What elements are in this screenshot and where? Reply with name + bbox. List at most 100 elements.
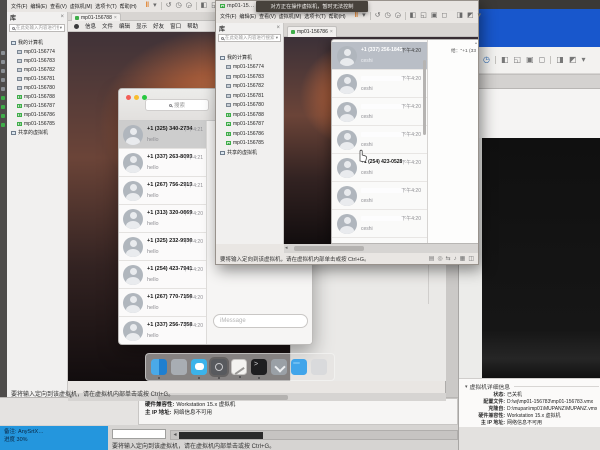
system-preferences-dock-icon[interactable] bbox=[211, 359, 227, 375]
chevron-down-icon[interactable]: ▾ bbox=[276, 35, 278, 41]
macos-menu-item[interactable]: 信息 bbox=[85, 22, 96, 30]
tree-item-vm[interactable]: mp01-156788 bbox=[216, 110, 283, 120]
revert-snapshot-icon[interactable]: ↺ bbox=[166, 2, 172, 10]
launchpad-dock-icon[interactable] bbox=[171, 359, 187, 375]
close-icon[interactable]: × bbox=[60, 14, 64, 20]
fullscreen-icon[interactable]: ◻ bbox=[442, 12, 448, 20]
minimize-icon[interactable] bbox=[134, 95, 139, 100]
menu-item[interactable]: 选项卡(T) bbox=[304, 13, 325, 20]
tree-item-vm[interactable]: mp01-156786 bbox=[216, 129, 283, 139]
sound-icon[interactable]: ♪ bbox=[454, 255, 457, 263]
pause-icon[interactable]: ‖ bbox=[355, 12, 358, 20]
tree-item-shared-vms[interactable]: 共享的虚拟机 bbox=[216, 148, 283, 158]
hard-disk-icon[interactable]: ▤ bbox=[429, 255, 435, 263]
separator-icon[interactable] bbox=[161, 2, 162, 10]
conversation-row[interactable]: +1 (325) 340-2734 下午4:21 hello bbox=[119, 121, 206, 149]
tree-item-vm[interactable]: mp01-156787 bbox=[7, 101, 67, 110]
snapshot-manager-icon[interactable]: ◶ bbox=[395, 12, 401, 20]
menu-item[interactable]: 虚拟机(M) bbox=[279, 13, 302, 20]
printer-icon[interactable]: ▦ bbox=[460, 255, 466, 263]
show-message-log-icon[interactable]: ◫ bbox=[468, 255, 474, 263]
snapshot-icon[interactable]: ◷ bbox=[483, 56, 490, 64]
tree-item-vm[interactable]: mp01-156786 bbox=[7, 110, 67, 119]
show-library-icon[interactable]: ◧ bbox=[410, 12, 417, 20]
downloads-dock-icon[interactable] bbox=[271, 359, 287, 375]
macos-menu-item[interactable]: 文件 bbox=[102, 22, 113, 30]
menu-item[interactable]: 帮助(H) bbox=[120, 3, 137, 10]
tree-item-vm[interactable]: mp01-156774 bbox=[7, 47, 67, 56]
vm-tab[interactable]: mp01-156786 × bbox=[287, 26, 337, 37]
to-field[interactable]: 给："+1 (33 bbox=[451, 47, 476, 54]
scrollbar-thumb[interactable] bbox=[294, 246, 364, 251]
conversation-row[interactable]: 下午4:20 ceshi bbox=[332, 98, 427, 126]
tree-item-vm[interactable]: mp01-156780 bbox=[7, 83, 67, 92]
separator-icon[interactable] bbox=[405, 12, 406, 20]
tree-item-vm[interactable]: mp01-156782 bbox=[216, 82, 283, 92]
fullscreen-icon[interactable]: ◻ bbox=[539, 56, 546, 64]
revert-snapshot-icon[interactable]: ↺ bbox=[375, 12, 381, 20]
macos-menu-item[interactable]: 好友 bbox=[153, 22, 164, 30]
tree-item-vm[interactable]: mp01-156787 bbox=[216, 120, 283, 130]
scroll-left-icon[interactable]: ◂ bbox=[285, 244, 288, 252]
vm-screen-powered-off[interactable] bbox=[482, 138, 600, 378]
search-input[interactable]: 搜索 bbox=[145, 99, 209, 111]
tree-item-my-computer[interactable]: 我的计算机 bbox=[7, 38, 67, 47]
library-search-input[interactable]: 在此处输入内容进行搜索 ▾ bbox=[218, 34, 281, 42]
take-snapshot-icon[interactable]: ◷ bbox=[384, 12, 390, 20]
conversation-row[interactable]: +1 (313) 320-0669 下午4:20 hello bbox=[119, 205, 206, 233]
conversation-row[interactable]: +1 (254) 423-0528 下午4:20 ceshi bbox=[332, 154, 427, 182]
conversation-row[interactable]: 下午4:20 ceshi bbox=[332, 210, 427, 238]
scroll-up-icon[interactable]: ▴ bbox=[475, 40, 477, 45]
pause-dropdown-icon[interactable]: ▾ bbox=[362, 12, 366, 20]
menu-item[interactable]: 查看(V) bbox=[50, 3, 67, 10]
finder-dock-icon[interactable] bbox=[151, 359, 167, 375]
conversation-row[interactable]: +1 (267) 756-2913 下午4:21 hello bbox=[119, 177, 206, 205]
tree-item-vm[interactable]: mp01-156783 bbox=[7, 56, 67, 65]
network-adapter-icon[interactable]: ⇆ bbox=[446, 255, 451, 263]
traffic-lights[interactable] bbox=[126, 95, 147, 100]
bottom-input-box[interactable] bbox=[112, 429, 166, 439]
scrollbar-thumb[interactable] bbox=[423, 60, 426, 135]
separator-icon[interactable] bbox=[495, 56, 496, 64]
menu-item[interactable]: 文件(F) bbox=[11, 3, 27, 10]
tree-item-vm[interactable]: mp01-156788 bbox=[7, 92, 67, 101]
close-icon[interactable] bbox=[126, 95, 131, 100]
menu-item[interactable]: 帮助(H) bbox=[329, 13, 346, 20]
snapshot-manager-icon[interactable]: ◶ bbox=[186, 2, 192, 10]
macos-menu-item[interactable]: 帮助 bbox=[187, 22, 198, 30]
trash-dock-icon[interactable] bbox=[311, 359, 327, 375]
menu-item[interactable]: 虚拟机(M) bbox=[70, 3, 93, 10]
conversation-row[interactable]: +1 (337) 256-1843 下午4:20 ceshi bbox=[332, 42, 427, 70]
menu-item[interactable]: 编辑(E) bbox=[30, 3, 47, 10]
macos-menu-item[interactable]: 显示 bbox=[136, 22, 147, 30]
tree-item-vm[interactable]: mp01-156785 bbox=[216, 139, 283, 149]
show-console-icon[interactable]: ◩ bbox=[467, 12, 474, 20]
scrollbar-thumb[interactable] bbox=[179, 432, 263, 439]
menu-item[interactable]: 查看(V) bbox=[259, 13, 276, 20]
tree-item-vm[interactable]: mp01-156781 bbox=[216, 91, 283, 101]
menu-item[interactable]: 文件(F) bbox=[220, 13, 236, 20]
separator-icon[interactable] bbox=[550, 56, 551, 64]
menu-item[interactable]: 编辑(E) bbox=[239, 13, 256, 20]
more-dropdown-icon[interactable]: ▾ bbox=[581, 56, 585, 64]
take-snapshot-icon[interactable]: ◷ bbox=[175, 2, 181, 10]
pause-icon[interactable]: ‖ bbox=[146, 2, 149, 10]
conversation-row[interactable]: 下午4:20 ceshi bbox=[332, 182, 427, 210]
menu-item[interactable]: 选项卡(T) bbox=[95, 3, 116, 10]
console-view-icon[interactable]: ▣ bbox=[431, 12, 438, 20]
console-view-icon[interactable]: ▣ bbox=[526, 56, 534, 64]
tree-item-vm[interactable]: mp01-156774 bbox=[216, 63, 283, 73]
macos-menu-item[interactable]: 窗口 bbox=[170, 22, 181, 30]
close-icon[interactable]: × bbox=[276, 25, 280, 31]
conversation-row[interactable]: +1 (254) 423-7941 下午4:20 hello bbox=[119, 261, 206, 289]
imessage-input[interactable]: iMessage bbox=[213, 314, 308, 328]
tree-item-vm[interactable]: mp01-156782 bbox=[7, 65, 67, 74]
conversation-row[interactable]: 下午4:20 ceshi bbox=[332, 126, 427, 154]
unity-mode-icon[interactable]: ◨ bbox=[456, 12, 463, 20]
terminal-dock-icon[interactable] bbox=[251, 359, 267, 375]
separator-icon[interactable] bbox=[370, 12, 371, 20]
conversation-row[interactable]: 下午4:20 ceshi bbox=[332, 70, 427, 98]
horizontal-scrollbar[interactable]: ◂ bbox=[284, 244, 478, 253]
unity-mode-icon[interactable]: ◨ bbox=[556, 56, 564, 64]
more-dropdown-icon[interactable]: ▾ bbox=[478, 12, 482, 20]
